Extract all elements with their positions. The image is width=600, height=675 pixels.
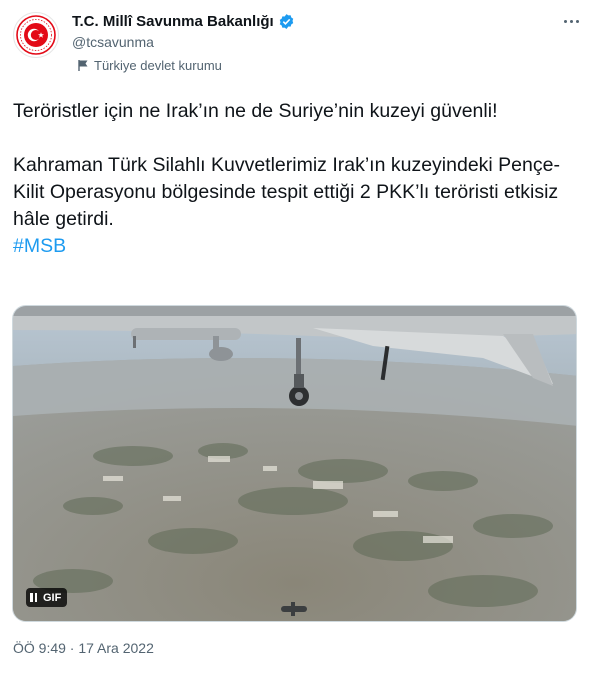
account-name[interactable]: T.C. Millî Savunma Bakanlığı — [72, 13, 274, 30]
tweet-text-line-2: Kahraman Türk Silahlı Kuvvetlerimiz Irak… — [13, 154, 560, 230]
gif-badge: GIF — [43, 591, 62, 604]
gif-controls: GIF — [26, 588, 68, 607]
avatar[interactable] — [13, 12, 59, 58]
ministry-emblem-icon — [16, 15, 56, 55]
tweet-text: Teröristler için ne Irak’ın ne de Suriye… — [13, 98, 583, 260]
hashtag-link[interactable]: #MSB — [13, 235, 66, 257]
account-label: Türkiye devlet kurumu — [77, 58, 222, 73]
account-handle[interactable]: @tcsavunma — [72, 34, 154, 50]
gif-media[interactable]: GIF — [12, 305, 577, 622]
drone-footage-image — [13, 306, 576, 621]
flag-icon — [77, 59, 89, 72]
more-options-icon[interactable] — [560, 10, 582, 32]
verified-badge-icon — [278, 13, 295, 30]
pause-icon[interactable] — [30, 593, 37, 602]
tweet-card: T.C. Millî Savunma Bakanlığı @tcsavunma … — [0, 0, 600, 675]
tweet-timestamp[interactable]: ÖÖ 9:49 · 17 Ara 2022 — [13, 640, 154, 656]
tweet-text-line-1: Teröristler için ne Irak’ın ne de Suriye… — [13, 100, 498, 122]
account-label-text: Türkiye devlet kurumu — [94, 58, 222, 73]
